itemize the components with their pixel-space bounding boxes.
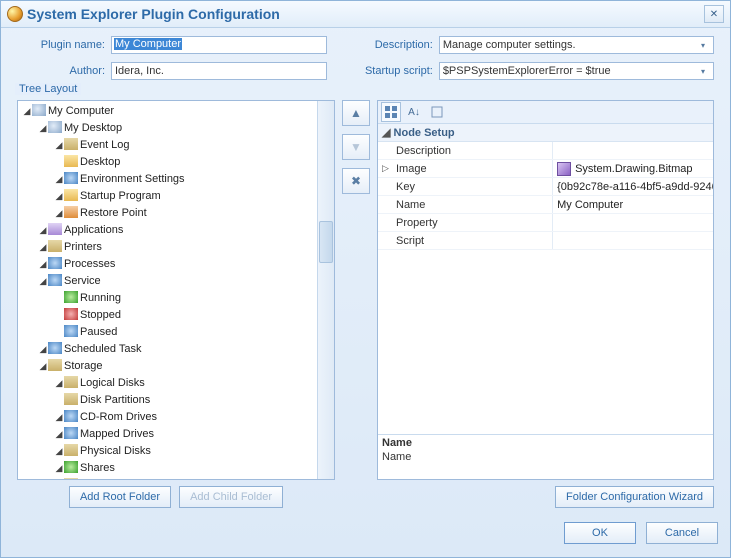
tree-layout-legend: Tree Layout [15,83,81,95]
tree-node[interactable]: ◢My Desktop ◢Event Log Desktop ◢Environm… [38,120,317,222]
propgrid-category[interactable]: ◢ Node Setup [378,124,713,142]
tree-layout-group: Tree Layout ◢My Computer ◢My Desktop ◢Ev… [9,90,722,514]
tree-node[interactable]: ◢Scheduled Task [38,341,317,358]
categorize-icon [385,106,397,118]
plugin-name-selection: My Computer [114,38,182,50]
propgrid-toolbar: A↓ [378,101,713,124]
property-grid: A↓ ◢ Node Setup Description ▷ImageSystem… [377,100,714,480]
pages-icon [431,106,443,118]
window-title: System Explorer Plugin Configuration [27,6,280,22]
tree-node[interactable]: ◢Event Log [54,137,317,154]
tree-node[interactable]: Running [54,290,317,307]
add-root-folder-button[interactable]: Add Root Folder [69,486,171,508]
tree-node[interactable]: ◢Processes [38,256,317,273]
tree-view[interactable]: ◢My Computer ◢My Desktop ◢Event Log Desk… [18,101,317,479]
description-value: Manage computer settings. [443,39,576,51]
tree-node[interactable]: Desktop [54,154,317,171]
tree-node[interactable]: ◢Restore Point [54,205,317,222]
app-icon [7,6,23,22]
author-label: Author: [17,65,111,77]
tree-node[interactable]: ◢Shares [54,460,317,477]
scroll-thumb[interactable] [319,221,333,263]
tree-scrollbar[interactable] [317,101,334,479]
move-up-button[interactable]: ▲ [342,100,370,126]
tree-node[interactable]: ◢Startup Program [54,188,317,205]
title-bar: System Explorer Plugin Configuration ✕ [1,1,730,28]
tree-node[interactable]: Stopped [54,307,317,324]
description-label: Description: [347,39,439,51]
chevron-down-icon: ▾ [696,67,710,76]
startup-script-label: Startup script: [347,65,439,77]
propgrid-row-image[interactable]: ▷ImageSystem.Drawing.Bitmap [378,160,713,178]
tree-node[interactable]: ◢CD-Rom Drives [54,409,317,426]
propgrid-row-property[interactable]: Property [378,214,713,232]
propgrid-row-name[interactable]: NameMy Computer [378,196,713,214]
move-down-button[interactable]: ▼ [342,134,370,160]
folder-config-wizard-button[interactable]: Folder Configuration Wizard [555,486,714,508]
cancel-button[interactable]: Cancel [646,522,718,544]
tree-node[interactable]: ◢Volume [54,477,317,479]
startup-script-value: $PSPSystemExplorerError = $true [443,65,611,77]
tree-node[interactable]: ◢Applications [38,222,317,239]
tree-node[interactable]: ◢Logical Disks [54,375,317,392]
delete-node-button[interactable]: ✖ [342,168,370,194]
image-swatch-icon [557,162,571,176]
description-combo[interactable]: Manage computer settings. ▾ [439,36,714,54]
tree-panel: ◢My Computer ◢My Desktop ◢Event Log Desk… [17,100,335,480]
tree-node-root[interactable]: ◢My Computer ◢My Desktop ◢Event Log Desk… [22,103,317,479]
tree-node[interactable]: ◢Mapped Drives [54,426,317,443]
desc-body: Name [378,451,713,463]
ok-button[interactable]: OK [564,522,636,544]
close-button[interactable]: ✕ [704,5,724,23]
tree-node[interactable]: ◢Printers [38,239,317,256]
categorized-button[interactable] [381,102,401,122]
tree-node[interactable]: Disk Partitions [54,392,317,409]
desc-header: Name [378,435,713,451]
author-input[interactable] [111,62,327,80]
alphabetical-button[interactable]: A↓ [404,102,424,122]
chevron-down-icon: ▾ [696,41,710,50]
propgrid-row-description[interactable]: Description [378,142,713,160]
tree-node[interactable]: ◢Service Running Stopped Paused [38,273,317,341]
tree-node[interactable]: ◢Storage ◢Logical Disks Disk Partitions … [38,358,317,479]
reorder-buttons: ▲ ▼ ✖ [341,100,371,480]
plugin-name-label: Plugin name: [17,39,111,51]
tree-node[interactable]: Paused [54,324,317,341]
tree-node[interactable]: ◢Physical Disks [54,443,317,460]
dialog-buttons: OK Cancel [1,514,730,552]
startup-script-combo[interactable]: $PSPSystemExplorerError = $true ▾ [439,62,714,80]
add-child-folder-button[interactable]: Add Child Folder [179,486,283,508]
property-pages-button[interactable] [427,102,447,122]
propgrid-row-script[interactable]: Script [378,232,713,250]
propgrid-description: Name Name [378,434,713,479]
tree-node[interactable]: ◢Environment Settings [54,171,317,188]
propgrid-row-key[interactable]: Key{0b92c78e-a116-4bf5-a9dd-9246 [378,178,713,196]
header-form: Plugin name: My Computer Author: Descrip… [1,28,730,86]
